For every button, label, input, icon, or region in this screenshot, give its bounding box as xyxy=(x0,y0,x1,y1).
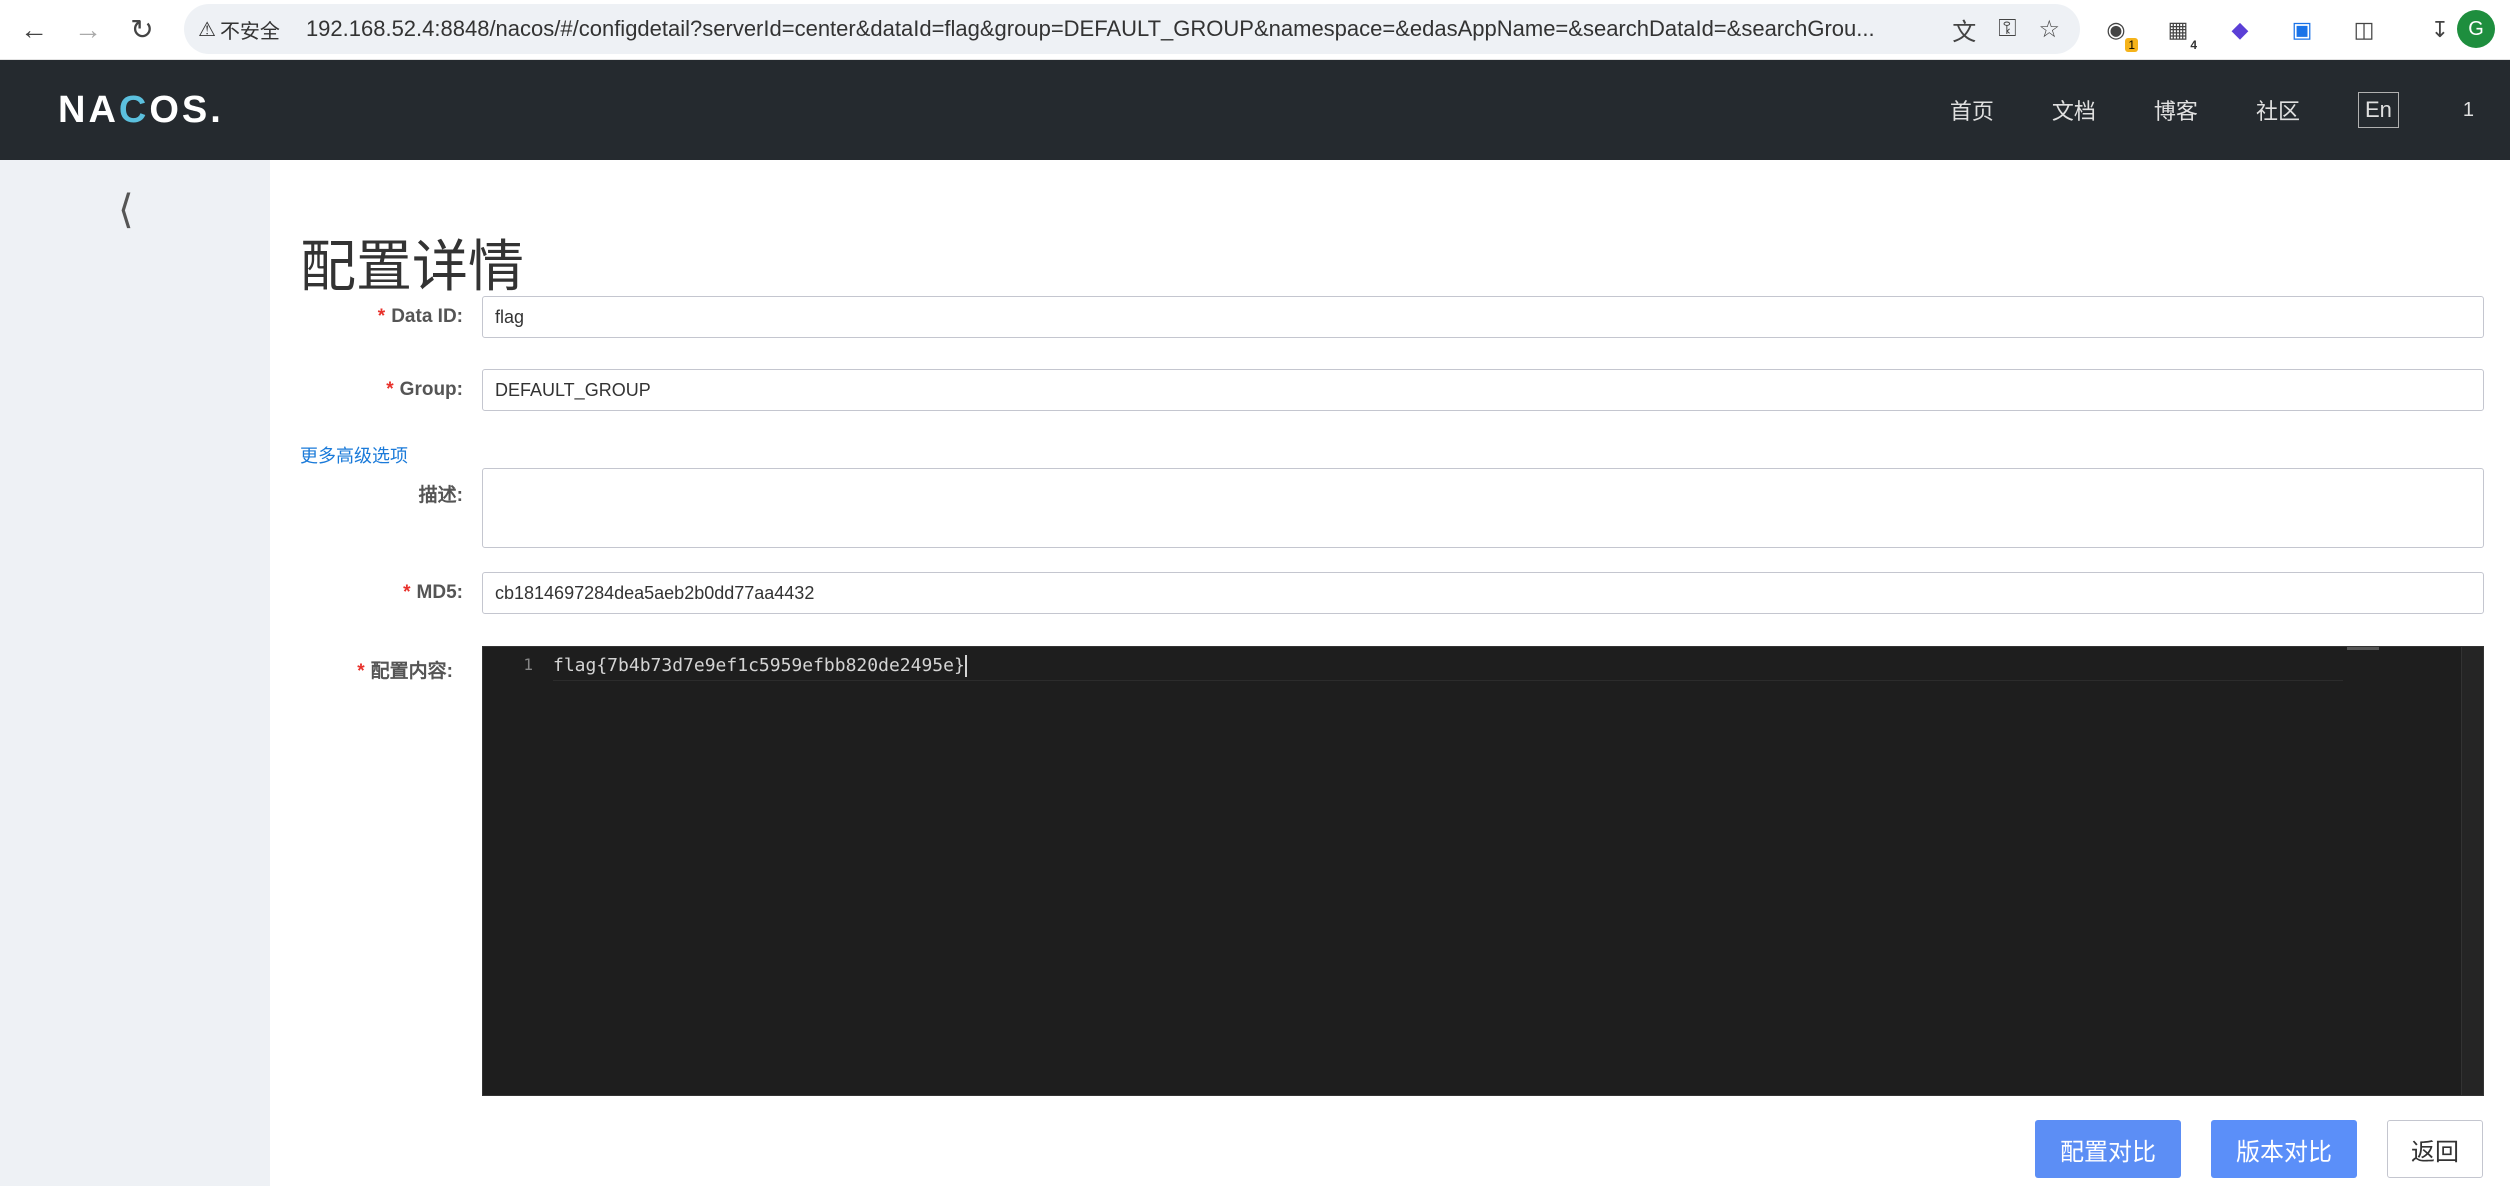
address-bar[interactable]: ⚠ 不安全 192.168.52.4:8848/nacos/#/configde… xyxy=(184,4,2080,54)
forward-icon[interactable]: → xyxy=(68,10,108,50)
editor-scrollbar[interactable] xyxy=(2461,647,2483,1095)
menu-community[interactable]: 社区 xyxy=(2256,94,2300,126)
code-editor[interactable]: 1 flag{7b4b73d7e9ef1c5959efbb820de2495e} xyxy=(482,646,2484,1096)
app-header: NA C OS. 首页 文档 博客 社区 En 1 xyxy=(0,60,2510,160)
extension-icon-4[interactable]: ▣ xyxy=(2286,14,2318,46)
md5-input[interactable] xyxy=(482,572,2484,614)
translate-icon[interactable]: 文 xyxy=(1952,12,1976,47)
chevron-left-icon[interactable]: ⟨ xyxy=(118,190,158,230)
editor-line[interactable]: flag{7b4b73d7e9ef1c5959efbb820de2495e} xyxy=(553,655,2343,681)
line-number: 1 xyxy=(523,655,533,674)
more-options-link[interactable]: 更多高级选项 xyxy=(300,442,408,468)
nacos-logo[interactable]: NA C OS. xyxy=(58,86,224,134)
user-menu[interactable]: 1 xyxy=(2463,99,2474,122)
browser-toolbar: ← → ↻ ⚠ 不安全 192.168.52.4:8848/nacos/#/co… xyxy=(0,0,2510,60)
download-icon[interactable]: ↧ xyxy=(2424,14,2456,46)
extension-icon-3[interactable]: ◆ xyxy=(2224,14,2256,46)
back-button[interactable]: 返回 xyxy=(2387,1120,2483,1178)
profile-avatar[interactable]: G xyxy=(2457,10,2495,48)
group-label: * Group: xyxy=(386,379,463,400)
url-text[interactable]: 192.168.52.4:8848/nacos/#/configdetail?s… xyxy=(306,16,2026,42)
menu-blog[interactable]: 博客 xyxy=(2154,94,2198,126)
extensions-puzzle-icon[interactable]: ◫ xyxy=(2348,14,2380,46)
data-id-label: * Data ID: xyxy=(377,306,463,327)
menu-docs[interactable]: 文档 xyxy=(2052,94,2096,126)
top-menu: 首页 文档 博客 社区 En 1 xyxy=(1950,60,2510,160)
reload-icon[interactable]: ↻ xyxy=(122,10,162,50)
extension-badge: 1 xyxy=(2125,38,2138,52)
config-compare-button[interactable]: 配置对比 xyxy=(2035,1120,2181,1178)
key-icon[interactable]: ⚿ xyxy=(1998,15,2016,43)
extension-badge: 4 xyxy=(2190,38,2197,52)
description-textarea[interactable] xyxy=(482,468,2484,548)
minimap-marker xyxy=(2347,647,2379,650)
data-id-input[interactable] xyxy=(482,296,2484,338)
extension-icon-2[interactable]: ▦ 4 xyxy=(2162,14,2197,52)
sidebar: ⟨ xyxy=(0,160,270,1186)
config-detail-page: 配置详情 *Data ID: *Group: 更多高级选项 描述: *MD5: … xyxy=(270,160,2510,1186)
language-switch[interactable]: En xyxy=(2357,92,2399,128)
page-title: 配置详情 xyxy=(300,235,524,298)
menu-home[interactable]: 首页 xyxy=(1950,94,1994,126)
bookmark-star-icon[interactable]: ☆ xyxy=(2038,15,2060,44)
content-label: * 配置内容: xyxy=(357,661,453,682)
description-label: 描述: xyxy=(418,485,463,506)
version-compare-button[interactable]: 版本对比 xyxy=(2211,1120,2357,1178)
back-icon[interactable]: ← xyxy=(14,10,54,50)
security-indicator[interactable]: ⚠ 不安全 xyxy=(198,15,294,44)
editor-line-text: flag{7b4b73d7e9ef1c5959efbb820de2495e} xyxy=(553,655,965,676)
warning-icon: ⚠ xyxy=(198,18,216,41)
md5-label: * MD5: xyxy=(403,582,463,603)
extension-icon-1[interactable]: ◉ 1 xyxy=(2100,14,2138,52)
text-cursor xyxy=(964,655,967,677)
security-label: 不安全 xyxy=(219,20,280,43)
group-input[interactable] xyxy=(482,369,2484,411)
